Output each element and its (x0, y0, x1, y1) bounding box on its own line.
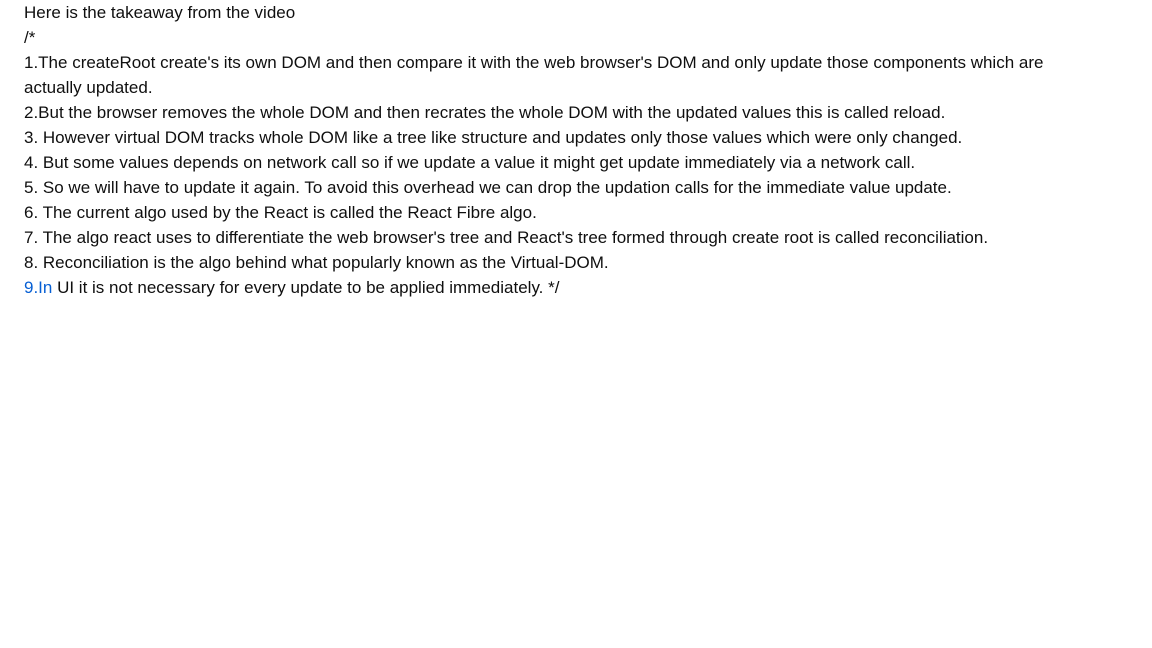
comment-item-4: 4. But some values depends on network ca… (24, 153, 916, 172)
comment-item-2: 2.But the browser removes the whole DOM … (24, 103, 946, 122)
comment-item-8: 8. Reconciliation is the algo behind wha… (24, 253, 609, 272)
comment-text: Here is the takeaway from the video /* 1… (24, 0, 1044, 300)
comment-open-marker: /* (24, 28, 36, 47)
comment-item-5: 5. So we will have to update it again. T… (24, 178, 952, 197)
comment-item-1: 1.The createRoot create's its own DOM an… (24, 53, 1044, 97)
comment-item-9-text: UI it is not necessary for every update … (52, 278, 560, 297)
comment-item-7: 7. The algo react uses to differentiate … (24, 228, 989, 247)
comment-item-9: 9.In UI it is not necessary for every up… (24, 275, 1044, 300)
comment-item-3: 3. However virtual DOM tracks whole DOM … (24, 128, 963, 147)
comment-intro: Here is the takeaway from the video (24, 3, 296, 22)
comment-item-6: 6. The current algo used by the React is… (24, 203, 537, 222)
comment-item-9-link[interactable]: 9.In (24, 278, 52, 297)
